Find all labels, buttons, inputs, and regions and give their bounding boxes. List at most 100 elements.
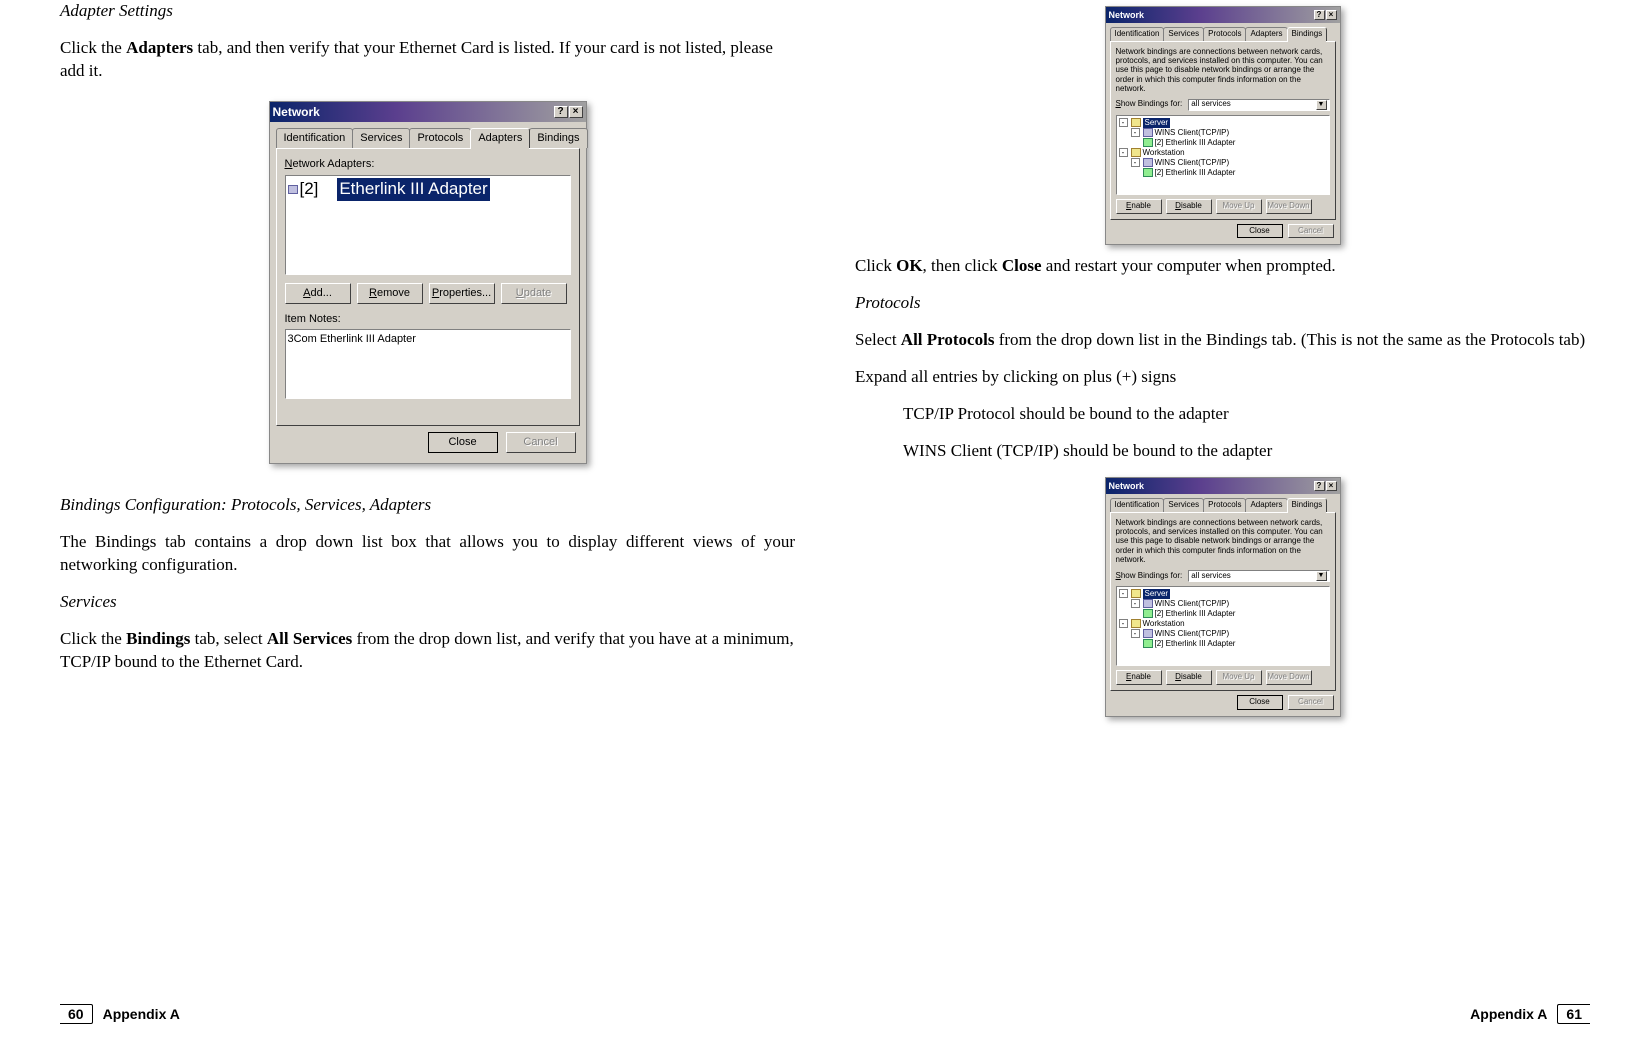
chevron-down-icon[interactable]: ▼	[1316, 571, 1327, 581]
protocol-icon	[1143, 629, 1153, 638]
bindings-tree[interactable]: -Server -WINS Client(TCP/IP) [2] Etherli…	[1116, 115, 1330, 195]
tab-services[interactable]: Services	[352, 128, 410, 148]
chevron-down-icon[interactable]: ▼	[1316, 100, 1327, 110]
text: Select	[855, 330, 901, 349]
network-dialog-bindings-1: Network ? × Identification Services Prot…	[1105, 6, 1341, 245]
item-notes-label: Item Notes:	[285, 312, 571, 327]
tab-bindings[interactable]: Bindings	[1287, 27, 1328, 41]
appendix-label-right: Appendix A	[1470, 1006, 1547, 1022]
close-icon[interactable]: ×	[569, 106, 583, 118]
selected-adapter: Etherlink III Adapter	[337, 178, 489, 201]
tree-item-workstation[interactable]: -Workstation	[1119, 148, 1327, 158]
tab-bindings[interactable]: Bindings	[529, 128, 587, 148]
collapse-icon[interactable]: -	[1119, 148, 1128, 157]
collapse-icon[interactable]: -	[1131, 599, 1140, 608]
appendix-label-left: Appendix A	[103, 1006, 180, 1022]
tree-label: WINS Client(TCP/IP)	[1155, 629, 1230, 638]
help-button[interactable]: ?	[1314, 481, 1325, 491]
tab-identification[interactable]: Identification	[276, 128, 354, 148]
close-icon[interactable]: ×	[1326, 10, 1337, 20]
show-bindings-label: Show Bindings for:	[1116, 99, 1183, 110]
computer-icon	[1131, 589, 1141, 598]
movedown-button: Move Down	[1266, 670, 1312, 685]
bindings-description: Network bindings are connections between…	[1116, 518, 1330, 564]
network-adapters-label: NNetwork Adapters:etwork Adapters:	[285, 157, 571, 172]
collapse-icon[interactable]: -	[1119, 589, 1128, 598]
tab-bindings[interactable]: Bindings	[1287, 498, 1328, 512]
protocol-icon	[1143, 599, 1153, 608]
tree-item-wins[interactable]: -WINS Client(TCP/IP)	[1119, 158, 1327, 168]
titlebar: Network ? ×	[270, 102, 586, 122]
tree-item-adapter[interactable]: [2] Etherlink III Adapter	[1119, 639, 1327, 649]
tree-label: Server	[1143, 589, 1171, 599]
ok-ref: OK	[896, 256, 922, 275]
update-button: Update	[501, 283, 567, 304]
tab-adapters[interactable]: Adapters	[1245, 27, 1287, 41]
text: Click	[855, 256, 896, 275]
tree-item-adapter[interactable]: [2] Etherlink III Adapter	[1119, 138, 1327, 148]
tab-adapters[interactable]: Adapters	[1245, 498, 1287, 512]
tree-item-workstation[interactable]: - Workstation	[1119, 619, 1327, 629]
cancel-button: Cancel	[1288, 224, 1334, 239]
text: tab, select	[190, 629, 266, 648]
computer-icon	[1131, 148, 1141, 157]
collapse-icon[interactable]: -	[1119, 118, 1128, 127]
page-number-left: 60	[60, 1004, 93, 1024]
tree-label: WINS Client(TCP/IP)	[1155, 599, 1230, 608]
close-icon[interactable]: ×	[1326, 481, 1337, 491]
adapters-tab-ref: Adapters	[126, 38, 193, 57]
tab-identification[interactable]: Identification	[1110, 27, 1165, 41]
adapter-icon	[1143, 639, 1153, 648]
enable-button[interactable]: Enable	[1116, 199, 1162, 214]
add-button[interactable]: Add...	[285, 283, 351, 304]
combo-value: all services	[1191, 99, 1231, 110]
disable-button[interactable]: Disable	[1166, 670, 1212, 685]
tab-services[interactable]: Services	[1163, 27, 1204, 41]
tree-label: Workstation	[1143, 619, 1185, 628]
tab-services[interactable]: Services	[1163, 498, 1204, 512]
tree-item-server[interactable]: - Server	[1119, 589, 1327, 599]
tabstrip: Identification Services Protocols Adapte…	[1106, 494, 1340, 512]
help-button[interactable]: ?	[1314, 10, 1325, 20]
ok-close-paragraph: Click OK, then click Close and restart y…	[855, 255, 1590, 278]
properties-button[interactable]: Properties...	[429, 283, 495, 304]
enable-button[interactable]: Enable	[1116, 670, 1162, 685]
bindings-filter-combo[interactable]: all services ▼	[1188, 99, 1329, 111]
remove-button[interactable]: Remove	[357, 283, 423, 304]
tree-item-server[interactable]: -Server	[1119, 118, 1327, 128]
tree-item-wins[interactable]: -WINS Client(TCP/IP)	[1119, 128, 1327, 138]
close-button[interactable]: Close	[428, 432, 498, 453]
adapters-listbox[interactable]: [2] Etherlink III Adapter	[285, 175, 571, 275]
tab-panel: Network bindings are connections between…	[1110, 512, 1336, 691]
protocol-icon	[1143, 128, 1153, 137]
bindings-filter-combo[interactable]: all services ▼	[1188, 570, 1329, 582]
collapse-icon[interactable]: -	[1131, 158, 1140, 167]
close-button[interactable]: Close	[1237, 695, 1283, 710]
help-button[interactable]: ?	[554, 106, 568, 118]
network-dialog-adapters: Network ? × Identification Services Prot…	[269, 101, 587, 464]
protocols-paragraph-1: Select All Protocols from the drop down …	[855, 329, 1590, 352]
text: Click the	[60, 38, 126, 57]
protocols-indent-1: TCP/IP Protocol should be bound to the a…	[903, 403, 1590, 426]
close-button[interactable]: Close	[1237, 224, 1283, 239]
tree-item-adapter[interactable]: [2] Etherlink III Adapter	[1119, 609, 1327, 619]
tree-item-adapter[interactable]: [2] Etherlink III Adapter	[1119, 168, 1327, 178]
tab-protocols[interactable]: Protocols	[409, 128, 471, 148]
list-item[interactable]: [2] Etherlink III Adapter	[288, 178, 568, 201]
tree-item-wins[interactable]: - WINS Client(TCP/IP)	[1119, 629, 1327, 639]
collapse-icon[interactable]: -	[1119, 619, 1128, 628]
text: and restart your computer when prompted.	[1042, 256, 1336, 275]
tree-item-wins[interactable]: - WINS Client(TCP/IP)	[1119, 599, 1327, 609]
tab-protocols[interactable]: Protocols	[1203, 27, 1246, 41]
tab-identification[interactable]: Identification	[1110, 498, 1165, 512]
collapse-icon[interactable]: -	[1131, 128, 1140, 137]
tab-protocols[interactable]: Protocols	[1203, 498, 1246, 512]
bindings-tree[interactable]: -Server -WINS Client(TCP/IP) [2] Etherli…	[1116, 586, 1330, 666]
disable-button[interactable]: Disable	[1166, 199, 1212, 214]
text: Click the	[60, 629, 126, 648]
bindings-ref: Bindings	[126, 629, 190, 648]
collapse-icon[interactable]: -	[1131, 629, 1140, 638]
item-notes-box: 3Com Etherlink III Adapter	[285, 329, 571, 399]
all-protocols-ref: All Protocols	[901, 330, 995, 349]
tab-adapters[interactable]: Adapters	[470, 128, 530, 148]
